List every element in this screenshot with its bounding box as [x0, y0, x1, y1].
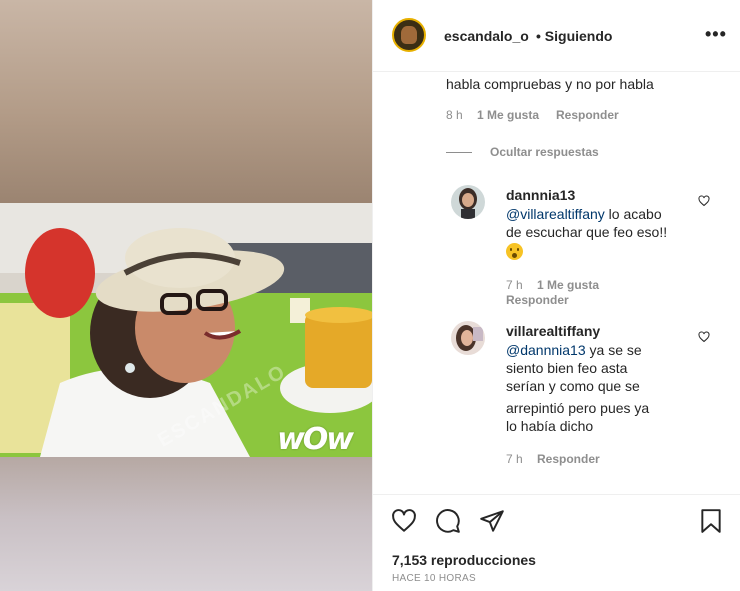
post-header: escandalo_o • Siguiendo •••	[373, 0, 740, 72]
reply-button[interactable]: Responder	[506, 293, 569, 307]
comment-time: 8 h	[446, 108, 463, 122]
astonished-emoji-icon	[506, 243, 523, 261]
reply-likes[interactable]: 1 Me gusta	[537, 278, 599, 292]
reply-text-line: serían y como que se	[506, 378, 640, 394]
bookmark-icon[interactable]	[698, 508, 724, 534]
post-time-ago[interactable]: HACE 10 HORAS	[392, 573, 476, 584]
comment-likes[interactable]: 1 Me gusta	[477, 108, 539, 122]
avatar[interactable]	[451, 185, 485, 219]
video-blur-bottom	[0, 457, 372, 591]
reply-button[interactable]: Responder	[537, 452, 600, 466]
heart-icon[interactable]	[391, 508, 417, 534]
mention-link[interactable]: @dannnia13	[506, 342, 586, 358]
hide-replies-button[interactable]: Ocultar respuestas	[490, 145, 599, 159]
reply-text-line: lo había dicho	[506, 418, 594, 434]
post-side-panel: escandalo_o • Siguiendo ••• habla compru…	[372, 0, 740, 591]
reply-text-line: siento bien feo asta	[506, 360, 628, 376]
follow-status[interactable]: • Siguiendo	[536, 28, 612, 44]
reply-time: 7 h	[506, 278, 523, 292]
overlay-brand: wOw	[277, 422, 354, 457]
reply-time: 7 h	[506, 452, 523, 466]
profile-avatar[interactable]	[392, 18, 426, 52]
reply-text: @dannnia13 ya se se	[506, 342, 642, 358]
reply-username[interactable]: villarealtiffany	[506, 322, 600, 340]
more-options-icon[interactable]: •••	[705, 24, 727, 45]
avatar[interactable]	[451, 321, 485, 355]
like-heart-icon[interactable]	[698, 331, 710, 343]
reply-text-line: arrepintió pero pues ya	[506, 400, 650, 416]
comment-text: habla compruebas y no por habla	[446, 76, 654, 92]
comment-icon[interactable]	[435, 508, 461, 534]
like-heart-icon[interactable]	[698, 195, 710, 207]
profile-username[interactable]: escandalo_o	[444, 28, 529, 44]
mention-link[interactable]: @villarealtiffany	[506, 206, 605, 222]
reply-username[interactable]: dannnia13	[506, 186, 575, 204]
share-icon[interactable]	[479, 508, 505, 534]
reply-text-line: de escuchar que feo eso!!	[506, 224, 668, 240]
view-count: 7,153 reproducciones	[392, 552, 536, 568]
reply-text: @villarealtiffany lo acabo	[506, 206, 662, 222]
video-blur-top	[0, 0, 372, 203]
reply-button[interactable]: Responder	[556, 108, 619, 122]
post-media[interactable]: wOw ESCANDALO	[0, 0, 372, 591]
replies-divider	[446, 152, 472, 153]
